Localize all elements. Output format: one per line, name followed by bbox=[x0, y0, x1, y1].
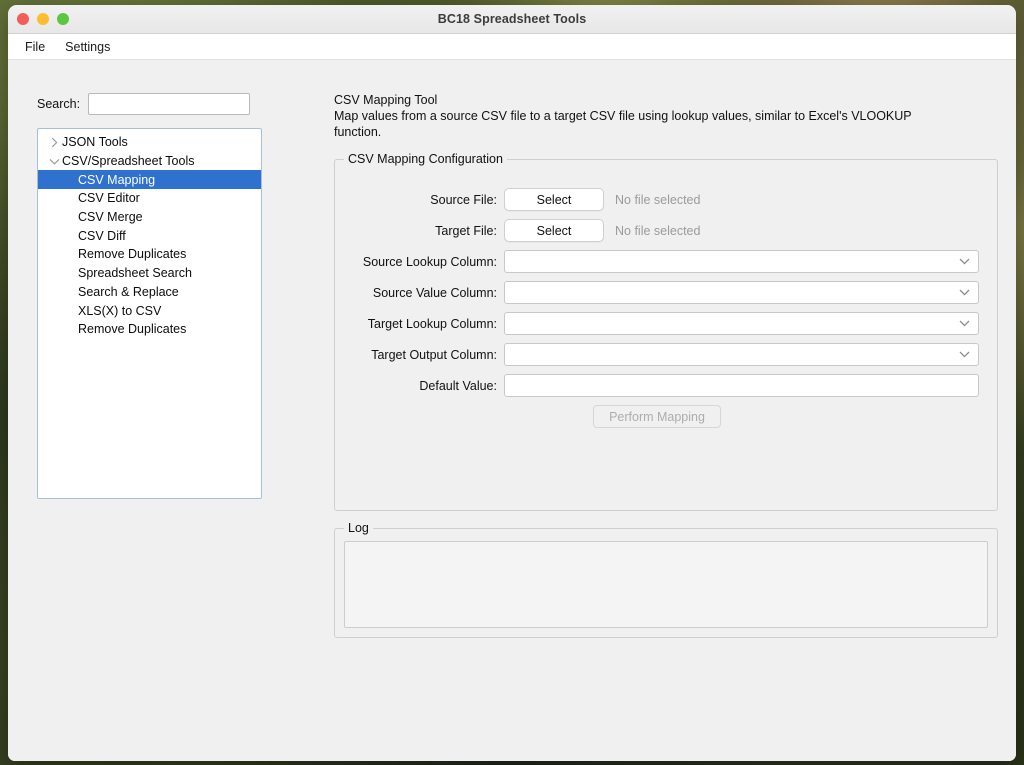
source-value-column-label: Source Value Column: bbox=[372, 285, 497, 300]
target-file-select-button[interactable]: Select bbox=[504, 219, 604, 242]
tree-item-label: CSV Diff bbox=[78, 228, 126, 243]
chevron-right-icon[interactable] bbox=[46, 137, 62, 148]
source-lookup-column-label: Source Lookup Column: bbox=[362, 254, 497, 269]
tool-description: Map values from a source CSV file to a t… bbox=[334, 109, 912, 139]
tree-item[interactable]: XLS(X) to CSV bbox=[38, 301, 261, 320]
config-group-legend: CSV Mapping Configuration bbox=[344, 152, 507, 166]
search-input[interactable] bbox=[88, 93, 251, 115]
tree-item[interactable]: CSV Merge bbox=[38, 208, 261, 227]
close-window-button[interactable] bbox=[17, 13, 29, 25]
target-lookup-column-select[interactable] bbox=[504, 312, 979, 335]
chevron-down-icon bbox=[959, 344, 970, 365]
title-bar: BC18 Spreadsheet Tools bbox=[8, 5, 1016, 34]
target-lookup-column-label: Target Lookup Column: bbox=[367, 316, 497, 331]
target-file-label: Target File: bbox=[435, 223, 497, 238]
chevron-down-icon[interactable] bbox=[46, 158, 62, 165]
source-lookup-column-select[interactable] bbox=[504, 250, 979, 273]
source-file-row: Source File: Select No file selected bbox=[335, 188, 997, 211]
tree-item-label: Spreadsheet Search bbox=[78, 266, 192, 281]
csv-mapping-configuration-group: CSV Mapping Configuration Source File: S… bbox=[334, 152, 998, 511]
source-value-column-select[interactable] bbox=[504, 281, 979, 304]
default-value-label: Default Value: bbox=[419, 378, 497, 393]
log-group-legend: Log bbox=[344, 521, 373, 535]
target-output-column-select[interactable] bbox=[504, 343, 979, 366]
window-title: BC18 Spreadsheet Tools bbox=[437, 12, 587, 26]
main-panel: CSV Mapping Tool Map values from a sourc… bbox=[334, 93, 998, 751]
tree-item-label: Remove Duplicates bbox=[78, 247, 187, 262]
target-output-column-row: Target Output Column: bbox=[335, 343, 997, 366]
tree-item-label: Search & Replace bbox=[78, 284, 179, 299]
tree-item[interactable]: CSV Mapping bbox=[38, 170, 261, 190]
tree-item[interactable]: CSV/Spreadsheet Tools bbox=[38, 152, 261, 171]
source-file-select-button[interactable]: Select bbox=[504, 188, 604, 211]
tree-item-label: JSON Tools bbox=[62, 135, 128, 150]
action-row: Perform Mapping bbox=[335, 405, 997, 428]
tree-item-label: XLS(X) to CSV bbox=[78, 303, 162, 318]
maximize-window-button[interactable] bbox=[57, 13, 69, 25]
perform-mapping-button[interactable]: Perform Mapping bbox=[593, 405, 721, 428]
tree-item-label: Remove Duplicates bbox=[78, 322, 187, 337]
chevron-down-icon bbox=[959, 251, 970, 272]
default-value-input[interactable] bbox=[504, 374, 979, 397]
log-group: Log bbox=[334, 521, 998, 638]
tree-item[interactable]: Spreadsheet Search bbox=[38, 264, 261, 283]
target-file-row: Target File: Select No file selected bbox=[335, 219, 997, 242]
tree-item[interactable]: CSV Diff bbox=[38, 226, 261, 245]
tree-item[interactable]: Remove Duplicates bbox=[38, 320, 261, 339]
sidebar: Search: JSON Tools CSV/Spreadsheet Tools C… bbox=[37, 93, 262, 499]
target-lookup-column-row: Target Lookup Column: bbox=[335, 312, 997, 335]
target-file-status: No file selected bbox=[615, 223, 701, 238]
tree-item[interactable]: Search & Replace bbox=[38, 283, 261, 302]
log-output[interactable] bbox=[344, 541, 988, 628]
chevron-down-icon bbox=[959, 313, 970, 334]
menu-file[interactable]: File bbox=[15, 38, 55, 56]
source-file-status: No file selected bbox=[615, 192, 701, 207]
tool-title: CSV Mapping Tool bbox=[334, 93, 438, 107]
tree-item[interactable]: CSV Editor bbox=[38, 189, 261, 208]
source-lookup-column-row: Source Lookup Column: bbox=[335, 250, 997, 273]
tree-item-label: CSV/Spreadsheet Tools bbox=[62, 154, 195, 169]
tools-tree[interactable]: JSON Tools CSV/Spreadsheet Tools CSV Mappi… bbox=[37, 128, 262, 499]
default-value-row: Default Value: bbox=[335, 374, 997, 397]
menu-bar: File Settings bbox=[8, 34, 1016, 60]
tree-item-label: CSV Merge bbox=[78, 210, 143, 225]
search-label: Search: bbox=[37, 97, 81, 111]
tree-item-label: CSV Editor bbox=[78, 191, 140, 206]
search-row: Search: bbox=[37, 93, 262, 115]
minimize-window-button[interactable] bbox=[37, 13, 49, 25]
chevron-down-icon bbox=[959, 282, 970, 303]
application-window: BC18 Spreadsheet Tools File Settings Sea… bbox=[8, 5, 1016, 761]
tree-item-label: CSV Mapping bbox=[78, 172, 156, 187]
source-file-label: Source File: bbox=[430, 192, 497, 207]
source-value-column-row: Source Value Column: bbox=[335, 281, 997, 304]
tree-item[interactable]: Remove Duplicates bbox=[38, 245, 261, 264]
content-area: Search: JSON Tools CSV/Spreadsheet Tools C… bbox=[8, 60, 1016, 761]
target-output-column-label: Target Output Column: bbox=[371, 347, 497, 362]
window-controls bbox=[17, 13, 69, 25]
menu-settings[interactable]: Settings bbox=[55, 38, 120, 56]
tree-item[interactable]: JSON Tools bbox=[38, 133, 261, 152]
